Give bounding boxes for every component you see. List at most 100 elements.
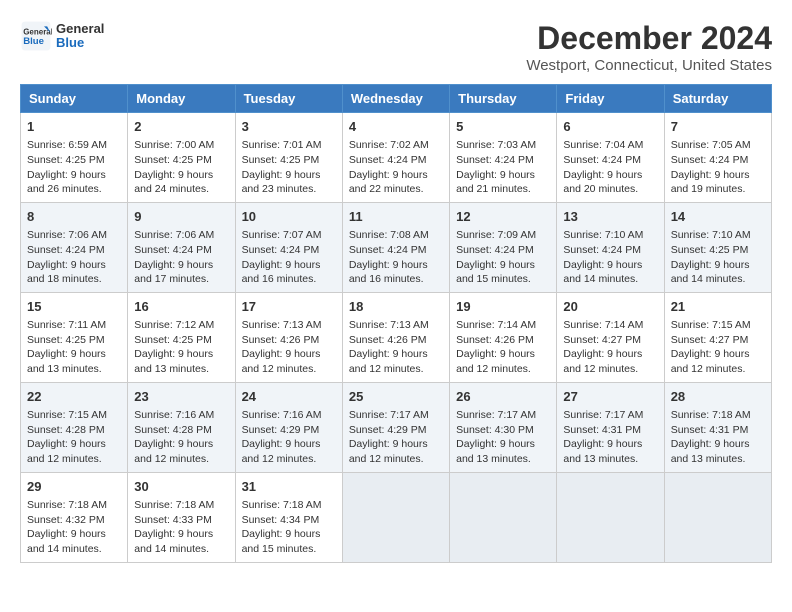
- daylight-hours: Daylight: 9 hours and 16 minutes.: [349, 259, 428, 286]
- day-number: 25: [349, 388, 443, 406]
- calendar-day-cell: 6 Sunrise: 7:04 AM Sunset: 4:24 PM Daylight…: [557, 113, 664, 203]
- sunset-time: Sunset: 4:34 PM: [242, 514, 320, 526]
- calendar-day-cell: 13Sunrise: 7:10 AMSunset: 4:24 PMDayligh…: [557, 202, 664, 292]
- day-number: 17: [242, 298, 336, 316]
- day-number: 18: [349, 298, 443, 316]
- calendar-day-cell: 20Sunrise: 7:14 AMSunset: 4:27 PMDayligh…: [557, 292, 664, 382]
- daylight-hours: Daylight: 9 hours and 15 minutes.: [242, 528, 321, 555]
- sunset-time: Sunset: 4:24 PM: [349, 244, 427, 256]
- sunset-time: Sunset: 4:25 PM: [27, 334, 105, 346]
- day-number: 11: [349, 208, 443, 226]
- daylight-hours: Daylight: 9 hours and 12 minutes.: [563, 348, 642, 375]
- sunset-time: Sunset: 4:29 PM: [349, 424, 427, 436]
- calendar-day-cell: 15Sunrise: 7:11 AMSunset: 4:25 PMDayligh…: [21, 292, 128, 382]
- sunset-time: Sunset: 4:33 PM: [134, 514, 212, 526]
- calendar-day-cell: 30Sunrise: 7:18 AMSunset: 4:33 PMDayligh…: [128, 472, 235, 562]
- sunset-time: Sunset: 4:24 PM: [456, 154, 534, 166]
- page-header: General Blue General Blue December 2024 …: [20, 20, 772, 74]
- empty-cell: [664, 472, 771, 562]
- sunset-time: Sunset: 4:30 PM: [456, 424, 534, 436]
- sunrise-time: Sunrise: 7:01 AM: [242, 139, 322, 151]
- daylight-hours: Daylight: 9 hours and 17 minutes.: [134, 259, 213, 286]
- daylight-hours: Daylight: 9 hours and 24 minutes.: [134, 169, 213, 196]
- title-block: December 2024 Westport, Connecticut, Uni…: [526, 20, 772, 74]
- sunrise-time: Sunrise: 7:14 AM: [563, 319, 643, 331]
- calendar-day-cell: 29Sunrise: 7:18 AMSunset: 4:32 PMDayligh…: [21, 472, 128, 562]
- header-monday: Monday: [128, 85, 235, 113]
- empty-cell: [557, 472, 664, 562]
- day-number: 29: [27, 478, 121, 496]
- location-subtitle: Westport, Connecticut, United States: [526, 57, 772, 74]
- calendar-day-cell: 27Sunrise: 7:17 AMSunset: 4:31 PMDayligh…: [557, 382, 664, 472]
- sunset-time: Sunset: 4:25 PM: [242, 154, 320, 166]
- sunrise-time: Sunrise: 7:03 AM: [456, 139, 536, 151]
- sunrise-time: Sunrise: 7:00 AM: [134, 139, 214, 151]
- header-saturday: Saturday: [664, 85, 771, 113]
- daylight-hours: Daylight: 9 hours and 12 minutes.: [242, 438, 321, 465]
- sunset-time: Sunset: 4:28 PM: [27, 424, 105, 436]
- sunset-time: Sunset: 4:26 PM: [349, 334, 427, 346]
- calendar-day-cell: 2Sunrise: 7:00 AMSunset: 4:25 PMDaylight…: [128, 113, 235, 203]
- day-number: 26: [456, 388, 550, 406]
- calendar-day-cell: 14Sunrise: 7:10 AMSunset: 4:25 PMDayligh…: [664, 202, 771, 292]
- daylight-hours: Daylight: 9 hours and 26 minutes.: [27, 169, 106, 196]
- day-number: 23: [134, 388, 228, 406]
- day-number: 14: [671, 208, 765, 226]
- sunset-time: Sunset: 4:25 PM: [134, 334, 212, 346]
- sunset-time: Sunset: 4:29 PM: [242, 424, 320, 436]
- logo-text-general: General: [56, 22, 104, 36]
- daylight-hours: Daylight: 9 hours and 13 minutes.: [671, 438, 750, 465]
- day-number: 12: [456, 208, 550, 226]
- sunset-time: Sunset: 4:31 PM: [671, 424, 749, 436]
- day-number: 3: [242, 118, 336, 136]
- daylight-hours: Daylight: 9 hours and 12 minutes.: [349, 348, 428, 375]
- logo: General Blue General Blue: [20, 20, 104, 52]
- sunset-time: Sunset: 4:31 PM: [563, 424, 641, 436]
- sunrise-time: Sunrise: 7:15 AM: [671, 319, 751, 331]
- day-number: 22: [27, 388, 121, 406]
- calendar-day-cell: 7Sunrise: 7:05 AMSunset: 4:24 PMDaylight…: [664, 113, 771, 203]
- calendar-day-cell: 8Sunrise: 7:06 AMSunset: 4:24 PMDaylight…: [21, 202, 128, 292]
- sunset-time: Sunset: 4:24 PM: [671, 154, 749, 166]
- daylight-hours: Daylight: 9 hours and 14 minutes.: [563, 259, 642, 286]
- empty-cell: [450, 472, 557, 562]
- header-thursday: Thursday: [450, 85, 557, 113]
- sunset-time: Sunset: 4:26 PM: [456, 334, 534, 346]
- day-number: 7: [671, 118, 765, 136]
- sunrise-time: Sunrise: 7:06 AM: [134, 229, 214, 241]
- sunrise-time: Sunrise: 7:17 AM: [349, 409, 429, 421]
- sunset-time: Sunset: 4:24 PM: [242, 244, 320, 256]
- day-number: 27: [563, 388, 657, 406]
- sunset-time: Sunset: 4:24 PM: [134, 244, 212, 256]
- daylight-hours: Daylight: 9 hours and 22 minutes.: [349, 169, 428, 196]
- daylight-hours: Daylight: 9 hours and 23 minutes.: [242, 169, 321, 196]
- daylight-hours: Daylight: 9 hours and 19 minutes.: [671, 169, 750, 196]
- sunrise-time: Sunrise: 7:07 AM: [242, 229, 322, 241]
- logo-text-blue: Blue: [56, 36, 104, 50]
- sunset-time: Sunset: 4:25 PM: [134, 154, 212, 166]
- day-number: 31: [242, 478, 336, 496]
- calendar-day-cell: 26Sunrise: 7:17 AMSunset: 4:30 PMDayligh…: [450, 382, 557, 472]
- sunrise-time: Sunrise: 7:15 AM: [27, 409, 107, 421]
- daylight-hours: Daylight: 9 hours and 13 minutes.: [134, 348, 213, 375]
- day-number: 6: [563, 118, 657, 136]
- calendar-day-cell: 22Sunrise: 7:15 AMSunset: 4:28 PMDayligh…: [21, 382, 128, 472]
- day-number: 16: [134, 298, 228, 316]
- calendar-week-row: 8Sunrise: 7:06 AMSunset: 4:24 PMDaylight…: [21, 202, 772, 292]
- daylight-hours: Daylight: 9 hours and 20 minutes.: [563, 169, 642, 196]
- day-number: 15: [27, 298, 121, 316]
- calendar-day-cell: 19Sunrise: 7:14 AMSunset: 4:26 PMDayligh…: [450, 292, 557, 382]
- sunrise-time: Sunrise: 7:04 AM: [563, 139, 643, 151]
- daylight-hours: Daylight: 9 hours and 13 minutes.: [27, 348, 106, 375]
- daylight-hours: Daylight: 9 hours and 12 minutes.: [134, 438, 213, 465]
- sunset-time: Sunset: 4:27 PM: [671, 334, 749, 346]
- daylight-hours: Daylight: 9 hours and 18 minutes.: [27, 259, 106, 286]
- empty-cell: [342, 472, 449, 562]
- sunset-time: Sunset: 4:24 PM: [563, 154, 641, 166]
- daylight-hours: Daylight: 9 hours and 12 minutes.: [349, 438, 428, 465]
- sunrise-time: Sunrise: 7:12 AM: [134, 319, 214, 331]
- day-number: 4: [349, 118, 443, 136]
- sunrise-time: Sunrise: 7:10 AM: [563, 229, 643, 241]
- calendar-week-row: 22 Sunrise: 7:15 AM Sunset: 4:28 PM Dayligh…: [21, 382, 772, 472]
- calendar-week-row: 29Sunrise: 7:18 AMSunset: 4:32 PMDayligh…: [21, 472, 772, 562]
